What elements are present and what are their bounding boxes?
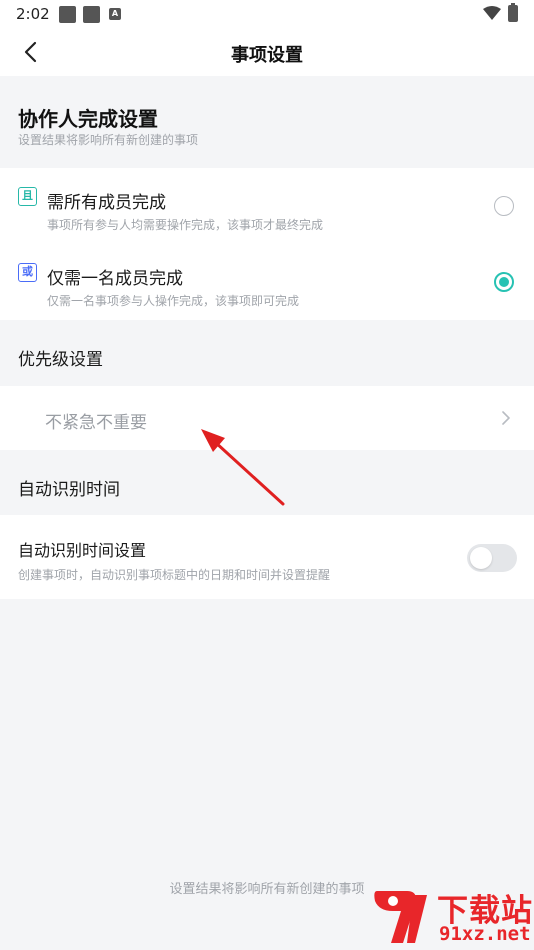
- option-all-members[interactable]: 且 需所有成员完成 事项所有参与人均需要操作完成，该事项才最终完成: [0, 168, 534, 244]
- status-bar: 2:02 A: [0, 0, 534, 28]
- watermark: 下载站 91xz.net: [363, 883, 534, 950]
- option-title: 需所有成员完成: [47, 193, 166, 213]
- notification-app-icon: A: [109, 8, 121, 20]
- auto-time-section-title: 自动识别时间: [18, 480, 120, 500]
- title-bar: 事项设置: [0, 28, 534, 76]
- or-badge-icon: 或: [18, 263, 37, 282]
- option-title: 仅需一名成员完成: [47, 269, 183, 289]
- page-title: 事项设置: [231, 45, 303, 66]
- auto-time-toggle[interactable]: [467, 544, 517, 572]
- option-description: 事项所有参与人均需要操作完成，该事项才最终完成: [47, 218, 324, 232]
- auto-time-setting-description: 创建事项时，自动识别事项标题中的日期和时间并设置提醒: [18, 568, 331, 582]
- collab-options-card: 且 需所有成员完成 事项所有参与人均需要操作完成，该事项才最终完成 或 仅需一名…: [0, 168, 534, 320]
- notification-icon: [59, 6, 76, 23]
- option-description: 仅需一名事项参与人操作完成，该事项即可完成: [47, 294, 300, 308]
- option-one-member[interactable]: 或 仅需一名成员完成 仅需一名事项参与人操作完成，该事项即可完成: [0, 244, 534, 320]
- priority-section-title: 优先级设置: [18, 350, 103, 370]
- annotation-arrow-icon: [201, 429, 285, 506]
- collab-section-subtitle: 设置结果将影响所有新创建的事项: [18, 133, 199, 147]
- auto-time-card: 自动识别时间设置 创建事项时，自动识别事项标题中的日期和时间并设置提醒: [0, 515, 534, 599]
- radio-one-member[interactable]: [494, 272, 514, 292]
- priority-value: 不紧急不重要: [45, 413, 147, 433]
- auto-time-setting-title: 自动识别时间设置: [18, 541, 147, 560]
- watermark-domain: 91xz.net: [439, 923, 531, 945]
- radio-all-members[interactable]: [494, 196, 514, 216]
- status-time: 2:02: [16, 5, 50, 23]
- watermark-logo-icon: [374, 891, 427, 943]
- chevron-right-icon: [502, 411, 510, 425]
- wifi-icon: [483, 6, 501, 20]
- notification-icon: [83, 6, 100, 23]
- collab-section-title: 协作人完成设置: [18, 107, 158, 131]
- and-badge-icon: 且: [18, 187, 37, 206]
- toggle-knob: [470, 547, 492, 569]
- screen: 2:02 A 事项设置 协作人完成设置 设置结果将影响所有新创建的事项 且 需所…: [0, 0, 534, 950]
- battery-icon: [508, 3, 518, 22]
